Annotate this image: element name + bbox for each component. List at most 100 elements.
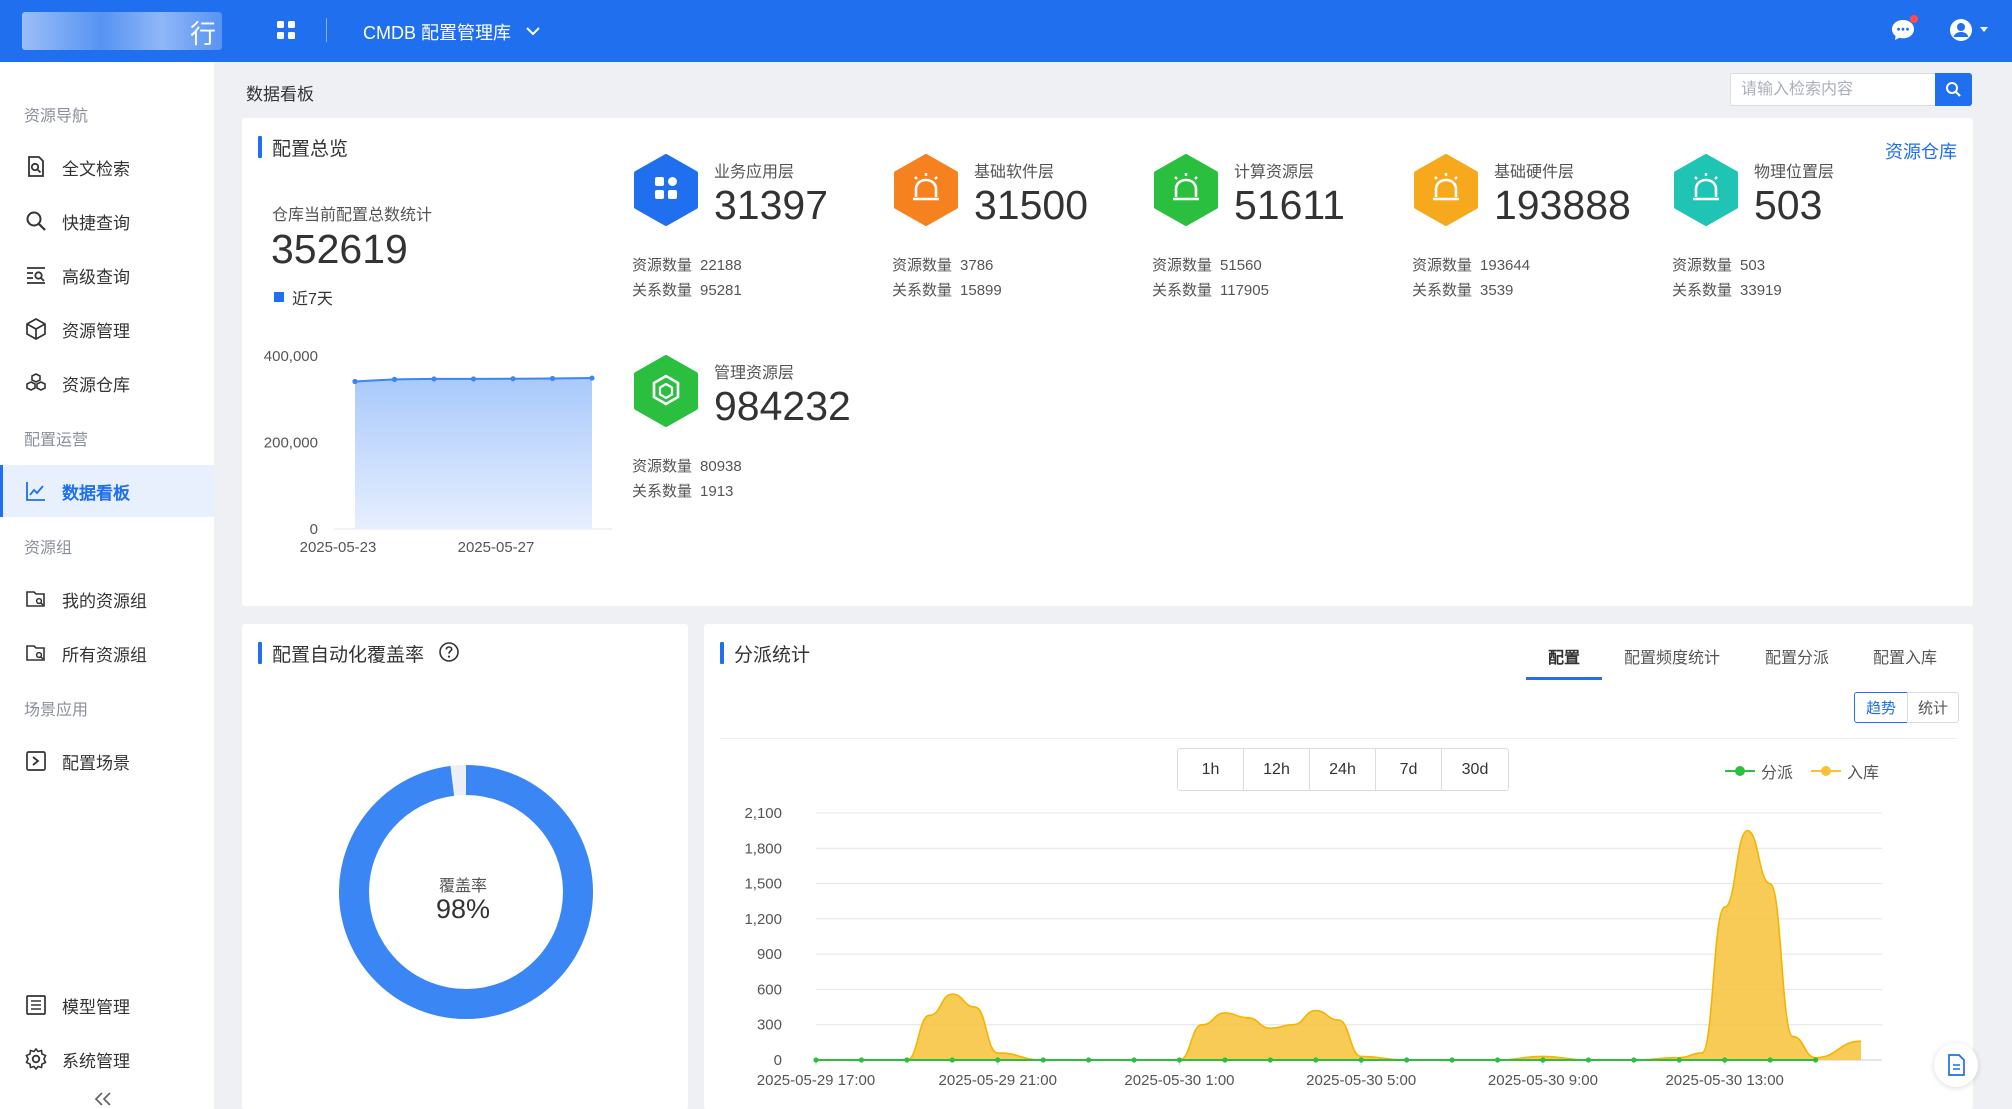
dispatch-point	[1131, 1057, 1137, 1063]
stat-label: 资源数量	[1152, 257, 1213, 274]
layer-name: 物理位置层	[1754, 164, 1835, 181]
stat-label: 关系数量	[632, 483, 693, 500]
data-point	[510, 376, 516, 382]
y-tick-label: 1,500	[744, 876, 782, 893]
module-title[interactable]: CMDB 配置管理库	[363, 19, 511, 45]
x-tick-label: 2025-05-30 9:00	[1488, 1072, 1598, 1089]
collapse-sidebar-icon[interactable]	[92, 1090, 114, 1108]
y-tick-label: 400,000	[264, 348, 318, 365]
model-icon	[26, 995, 46, 1015]
dispatch-point	[904, 1057, 910, 1063]
stat-value: 95281	[700, 282, 742, 299]
data-point	[470, 376, 477, 382]
sidebar-item-my-resource-groups[interactable]: 我的资源组	[0, 573, 214, 625]
layer-name: 基础软件层	[974, 164, 1055, 181]
logo-text: 行	[190, 19, 217, 49]
sidebar-item-quick-query[interactable]: 快捷查询	[0, 195, 214, 247]
layer-total: 31500	[974, 182, 1089, 228]
dispatch-point	[1086, 1057, 1092, 1063]
sidebar-item-label: 资源管理	[62, 321, 130, 341]
layer-alarm-icon	[894, 154, 958, 226]
stat-label: 关系数量	[632, 282, 693, 299]
user-avatar-icon[interactable]	[1948, 17, 1974, 43]
layer-tile[interactable]: 基础硬件层 193888 资源数量 193644 关系数量 3539	[1412, 154, 1662, 324]
stat-value: 22188	[700, 257, 742, 274]
sidebar-item-config-scenarios[interactable]: 配置场景	[0, 735, 214, 787]
caret-down-icon[interactable]	[1980, 27, 1988, 32]
dispatch-point	[1313, 1057, 1319, 1063]
layer-grid-icon	[634, 154, 698, 226]
document-button[interactable]	[1934, 1043, 1978, 1087]
layer-tile[interactable]: 管理资源层 984232 资源数量 80938 关系数量 1913	[632, 355, 882, 525]
sidebar-item-resource-warehouse[interactable]: 资源仓库	[0, 357, 214, 409]
dispatch-chart: 2,100 1,800 1,500 1,200 900 600 300 0 2025-05-29…	[744, 805, 1882, 1089]
y-tick-label: 0	[310, 521, 318, 538]
x-tick-label: 2025-05-30 13:00	[1665, 1072, 1783, 1089]
layer-alarm-icon	[1154, 154, 1218, 226]
chevron-down-icon[interactable]	[524, 22, 542, 40]
layer-relation-count: 关系数量 3539	[1412, 279, 1513, 300]
data-point	[549, 375, 556, 382]
x-tick-label: 2025-05-27	[458, 539, 535, 556]
page-title: 数据看板	[246, 85, 314, 104]
coverage-value: 98%	[435, 894, 491, 924]
coverage-card: 配置自动化覆盖率 覆盖率 98%	[242, 624, 688, 1109]
sidebar-item-label: 数据看板	[62, 483, 130, 503]
dispatch-point	[1812, 1057, 1819, 1063]
boxes-icon	[26, 373, 46, 391]
apps-grid-icon[interactable]	[276, 20, 296, 40]
y-tick-label: 0	[774, 1052, 782, 1069]
data-point	[431, 376, 437, 382]
nav-section-title: 资源导航	[24, 108, 89, 125]
dispatch-point	[1176, 1057, 1183, 1063]
sidebar-item-label: 全文检索	[62, 159, 130, 179]
layer-resource-count: 资源数量 3786	[892, 254, 993, 275]
stat-value: 33919	[1740, 282, 1782, 299]
data-point	[391, 376, 398, 382]
layer-tile[interactable]: 基础软件层 31500 资源数量 3786 关系数量 15899	[892, 154, 1142, 324]
data-point	[352, 378, 358, 385]
search-input[interactable]	[1730, 73, 1936, 106]
stat-label: 关系数量	[1672, 282, 1733, 299]
search-icon	[1946, 82, 1961, 97]
nav-section-title: 场景应用	[24, 702, 89, 719]
layer-total: 31397	[714, 182, 829, 228]
doc-search-icon	[28, 156, 44, 177]
notification-dot	[1910, 15, 1918, 23]
y-tick-label: 900	[757, 946, 782, 963]
layer-relation-count: 关系数量 117905	[1152, 279, 1269, 300]
stat-label: 关系数量	[1152, 282, 1213, 299]
sidebar-item-system-management[interactable]: 系统管理	[0, 1033, 214, 1085]
layer-name: 计算资源层	[1234, 164, 1315, 181]
layer-relation-count: 关系数量 1913	[632, 480, 733, 501]
layer-tile[interactable]: 物理位置层 503 资源数量 503 关系数量 33919	[1672, 154, 1922, 324]
sidebar-item-all-resource-groups[interactable]: 所有资源组	[0, 627, 214, 679]
sidebar-item-resource-management[interactable]: 资源管理	[0, 303, 214, 355]
stat-label: 资源数量	[892, 257, 953, 274]
sidebar-item-fulltext-search[interactable]: 全文检索	[0, 141, 214, 193]
dispatch-point	[1449, 1057, 1455, 1063]
dispatch-point	[995, 1057, 1001, 1063]
sidebar-item-advanced-query[interactable]: 高级查询	[0, 249, 214, 301]
layer-tile[interactable]: 计算资源层 51611 资源数量 51560 关系数量 117905	[1152, 154, 1402, 324]
coverage-label: 覆盖率	[438, 878, 487, 895]
layer-tile[interactable]: 业务应用层 31397 资源数量 22188 关系数量 95281	[632, 154, 882, 324]
stat-value: 51560	[1220, 257, 1262, 274]
top-bar: 行 CMDB 配置管理库	[0, 0, 2012, 62]
stat-label: 关系数量	[892, 282, 953, 299]
search-button[interactable]	[1935, 73, 1972, 106]
sidebar-item-data-dashboard[interactable]: 数据看板	[0, 465, 214, 517]
help-icon[interactable]	[438, 641, 460, 663]
dispatch-point	[1494, 1057, 1501, 1063]
dispatch-point	[1404, 1057, 1410, 1063]
ingest-area	[816, 830, 1861, 1060]
stat-value: 193644	[1480, 257, 1531, 274]
stat-label: 资源数量	[632, 458, 693, 475]
sidebar-item-model-management[interactable]: 模型管理	[0, 979, 214, 1031]
header-divider	[326, 18, 327, 42]
layer-alarm-icon	[1674, 154, 1738, 226]
layer-total: 51611	[1234, 182, 1345, 228]
sidebar-item-label: 资源仓库	[62, 375, 130, 395]
y-tick-label: 2,100	[744, 805, 782, 822]
layer-name: 管理资源层	[714, 365, 795, 382]
